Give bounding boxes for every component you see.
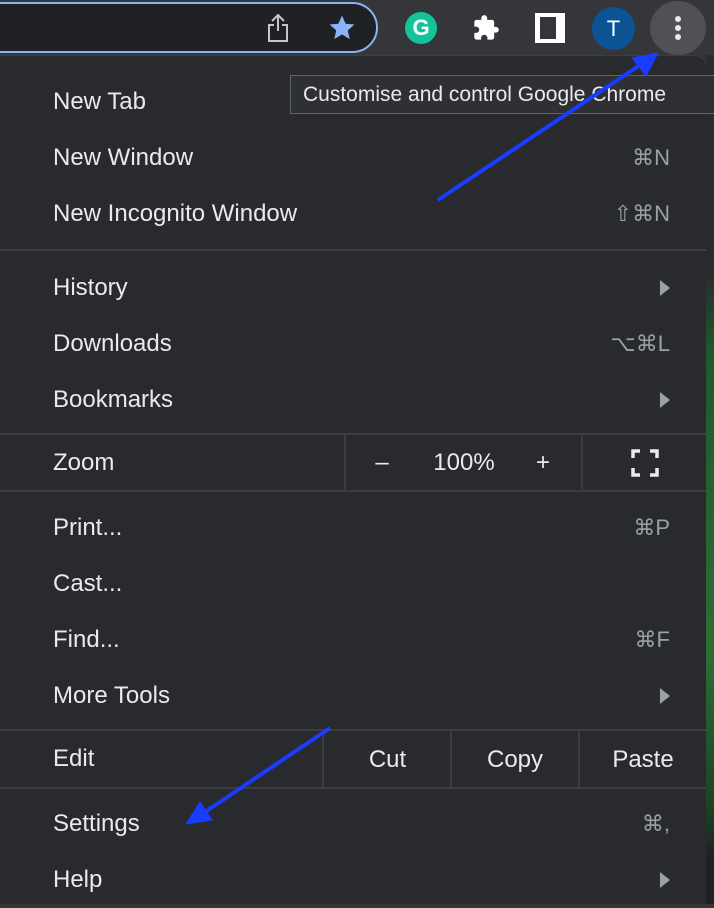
menu-item-new-incognito-window[interactable]: New Incognito Window ⇧⌘N	[0, 186, 706, 242]
submenu-arrow-icon	[660, 392, 670, 408]
share-icon[interactable]	[262, 12, 294, 44]
extensions-icon[interactable]	[470, 12, 502, 44]
tooltip: Customise and control Google Chrome	[290, 75, 714, 114]
fullscreen-button[interactable]	[583, 435, 706, 491]
menu-item-find[interactable]: Find... ⌘F	[0, 612, 706, 668]
cut-button[interactable]: Cut	[324, 731, 451, 788]
zoom-in-button[interactable]: +	[518, 435, 568, 491]
side-panel-icon[interactable]	[535, 13, 565, 43]
zoom-out-button[interactable]: –	[356, 435, 408, 491]
fullscreen-icon	[630, 449, 659, 477]
bookmark-star-icon[interactable]	[325, 11, 359, 45]
menu-item-new-window[interactable]: New Window ⌘N	[0, 130, 706, 186]
menu-item-more-tools[interactable]: More Tools	[0, 668, 706, 724]
divider	[0, 787, 706, 789]
menu-item-print[interactable]: Print... ⌘P	[0, 500, 706, 556]
divider	[344, 435, 346, 491]
divider	[0, 249, 706, 251]
menu-item-downloads[interactable]: Downloads ⌥⌘L	[0, 316, 706, 372]
divider	[0, 490, 706, 492]
menu-item-help[interactable]: Help	[0, 852, 706, 908]
menu-item-settings[interactable]: Settings ⌘,	[0, 796, 706, 852]
grammarly-icon[interactable]: G	[405, 12, 437, 44]
submenu-arrow-icon	[660, 872, 670, 888]
chrome-menu: New Tab New Window ⌘N New Incognito Windo…	[0, 55, 706, 904]
submenu-arrow-icon	[660, 280, 670, 296]
kebab-menu-icon[interactable]	[650, 1, 706, 55]
submenu-arrow-icon	[660, 688, 670, 704]
profile-avatar[interactable]: T	[592, 7, 635, 50]
zoom-level: 100%	[433, 449, 495, 476]
copy-button[interactable]: Copy	[452, 731, 578, 788]
paste-button[interactable]: Paste	[580, 731, 706, 788]
menu-item-bookmarks[interactable]: Bookmarks	[0, 372, 706, 428]
page-background	[706, 55, 714, 904]
browser-toolbar: G T	[0, 0, 714, 55]
address-bar[interactable]	[0, 2, 378, 53]
menu-item-cast[interactable]: Cast...	[0, 556, 706, 612]
menu-item-history[interactable]: History	[0, 260, 706, 316]
